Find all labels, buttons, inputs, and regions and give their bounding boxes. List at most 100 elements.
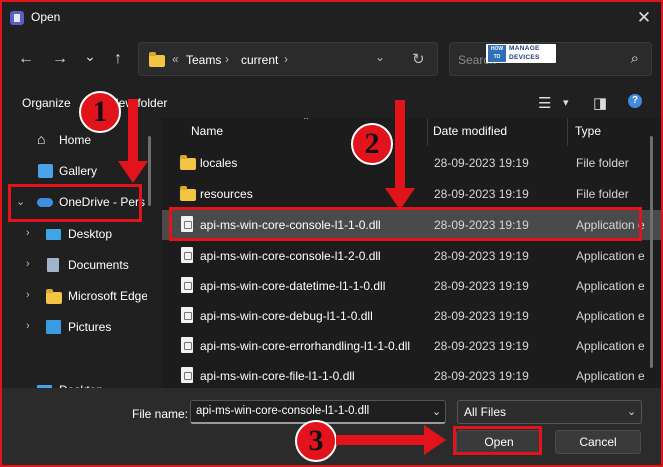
file-type: Application e xyxy=(576,309,645,323)
file-name: api-ms-win-core-datetime-l1-1-0.dll xyxy=(200,279,386,293)
file-type: File folder xyxy=(576,156,629,170)
file-row[interactable]: api-ms-win-core-debug-l1-1-0.dll 28-09-2… xyxy=(162,301,661,331)
breadcrumb-separator: › xyxy=(225,52,229,66)
file-row[interactable]: api-ms-win-core-console-l1-2-0.dll 28-09… xyxy=(162,241,661,271)
dll-file-icon xyxy=(181,337,193,353)
dll-file-icon xyxy=(181,307,193,323)
sidebar-item-microsoft-edge[interactable]: › Microsoft Edge xyxy=(2,281,147,311)
logo-how-to: HOW TO xyxy=(488,45,506,62)
arrow-step-1-shaft xyxy=(128,99,138,161)
file-name: api-ms-win-core-errorhandling-l1-1-0.dll xyxy=(200,339,411,353)
sidebar-item-desktop[interactable]: › Desktop xyxy=(2,219,147,249)
chevron-down-icon[interactable]: ⌄ xyxy=(432,405,441,418)
open-file-dialog: Open ✕ ← → ⌄ ↑ « Teams › current › ⌄ ↻ S… xyxy=(2,2,661,465)
cancel-button[interactable]: Cancel xyxy=(555,430,641,454)
dll-file-icon xyxy=(181,247,193,263)
file-date: 28-09-2023 19:19 xyxy=(434,279,529,293)
howtomanagedevices-logo: HOW TO MANAGE DEVICES xyxy=(486,44,556,63)
refresh-icon[interactable]: ↻ xyxy=(412,50,425,68)
file-row[interactable]: api-ms-win-core-errorhandling-l1-1-0.dll… xyxy=(162,331,661,361)
chevron-down-icon: ⌄ xyxy=(627,406,637,418)
highlight-open-button xyxy=(453,426,542,455)
sidebar-item-label: Microsoft Edge xyxy=(68,289,147,303)
file-name: api-ms-win-core-debug-l1-1-0.dll xyxy=(200,309,373,323)
dll-file-icon xyxy=(181,367,193,383)
search-icon: ⌕ xyxy=(630,50,639,67)
view-icon[interactable]: ☰ xyxy=(538,94,551,112)
breadcrumb-teams[interactable]: Teams xyxy=(186,53,221,67)
file-name: api-ms-win-core-console-l1-2-0.dll xyxy=(200,249,381,263)
sidebar-item-label: Desktop xyxy=(68,227,113,241)
pictures-icon xyxy=(46,320,61,334)
arrow-step-1-head xyxy=(118,161,148,183)
highlight-onedrive xyxy=(8,184,142,222)
preview-pane-icon[interactable]: ◨ xyxy=(593,94,607,112)
recent-locations-button[interactable]: ⌄ xyxy=(78,44,102,68)
sidebar-item-pictures[interactable]: › Pictures xyxy=(2,312,147,342)
file-name: api-ms-win-core-file-l1-1-0.dll xyxy=(200,369,355,383)
file-type: Application e xyxy=(576,279,645,293)
column-divider[interactable] xyxy=(567,118,568,146)
file-name-label: File name: xyxy=(132,407,189,421)
file-date: 28-09-2023 19:19 xyxy=(434,339,529,353)
file-type: Application e xyxy=(576,339,645,353)
breadcrumb-overflow-icon[interactable]: « xyxy=(172,52,179,66)
breadcrumb-separator: › xyxy=(284,52,288,66)
organize-button[interactable]: Organize xyxy=(22,96,71,110)
folder-icon xyxy=(149,52,165,67)
back-button[interactable]: ← xyxy=(14,47,38,71)
sidebar-item-label: Gallery xyxy=(59,164,98,178)
sidebar-item-home[interactable]: ⌂ Home xyxy=(2,125,147,155)
address-dropdown-icon[interactable]: ⌄ xyxy=(375,50,385,64)
forward-button[interactable]: → xyxy=(48,47,72,71)
file-name: locales xyxy=(200,156,238,170)
file-list-scrollbar[interactable] xyxy=(650,136,653,368)
folder-icon xyxy=(46,289,62,304)
help-icon[interactable]: ? xyxy=(628,94,642,108)
column-header-name[interactable]: Name xyxy=(191,124,223,138)
sidebar-scrollbar[interactable] xyxy=(148,136,151,206)
arrow-step-2-shaft xyxy=(395,100,405,192)
arrow-step-3-head xyxy=(424,425,446,455)
file-name-value: api-ms-win-core-console-l1-1-0.dll xyxy=(196,405,370,417)
step-2-badge: 2 xyxy=(351,123,393,165)
step-1-badge: 1 xyxy=(79,91,121,133)
folder-icon xyxy=(180,155,196,170)
file-type: File folder xyxy=(576,187,629,201)
file-type-select[interactable]: All Files ⌄ xyxy=(457,400,642,424)
file-list: ⌃ Name Date modified Type locales 28-09-… xyxy=(162,118,661,388)
window-title: Open xyxy=(31,10,61,24)
address-bar[interactable]: « Teams › current › ⌄ ↻ xyxy=(138,42,438,76)
chevron-right-icon[interactable]: › xyxy=(26,258,30,270)
view-dropdown-icon[interactable]: ▾ xyxy=(563,96,569,109)
file-row[interactable]: api-ms-win-core-datetime-l1-1-0.dll 28-0… xyxy=(162,271,661,301)
home-icon: ⌂ xyxy=(37,131,46,147)
navigation-bar: ← → ⌄ ↑ « Teams › current › ⌄ ↻ Search ⌕… xyxy=(2,33,661,85)
file-date: 28-09-2023 19:19 xyxy=(434,156,529,170)
up-button[interactable]: ↑ xyxy=(106,47,130,71)
close-button[interactable]: ✕ xyxy=(631,5,657,31)
column-divider[interactable] xyxy=(427,118,428,146)
file-name: resources xyxy=(200,187,253,201)
chevron-right-icon[interactable]: › xyxy=(26,289,30,301)
chevron-right-icon[interactable]: › xyxy=(26,227,30,239)
file-row[interactable]: locales 28-09-2023 19:19 File folder xyxy=(162,148,661,178)
sidebar-item-label: Documents xyxy=(68,258,129,272)
sidebar-item-documents[interactable]: › Documents xyxy=(2,250,147,280)
sidebar-item-label: Home xyxy=(59,133,92,147)
file-row[interactable]: api-ms-win-core-file-l1-1-0.dll 28-09-20… xyxy=(162,361,661,388)
column-header-date-modified[interactable]: Date modified xyxy=(433,124,507,138)
logo-text: MANAGE DEVICES xyxy=(509,45,540,62)
file-type-value: All Files xyxy=(464,405,507,419)
sort-ascending-icon: ⌃ xyxy=(302,118,311,127)
file-date: 28-09-2023 19:19 xyxy=(434,187,529,201)
logo-line1: MANAGE xyxy=(509,45,540,52)
chevron-right-icon[interactable]: › xyxy=(26,320,30,332)
column-header-type[interactable]: Type xyxy=(575,124,601,138)
file-date: 28-09-2023 19:19 xyxy=(434,369,529,383)
teams-app-icon xyxy=(10,11,24,25)
desktop-icon xyxy=(46,229,61,240)
folder-icon xyxy=(180,186,196,201)
title-bar: Open ✕ xyxy=(2,2,661,33)
breadcrumb-current[interactable]: current xyxy=(241,53,278,67)
